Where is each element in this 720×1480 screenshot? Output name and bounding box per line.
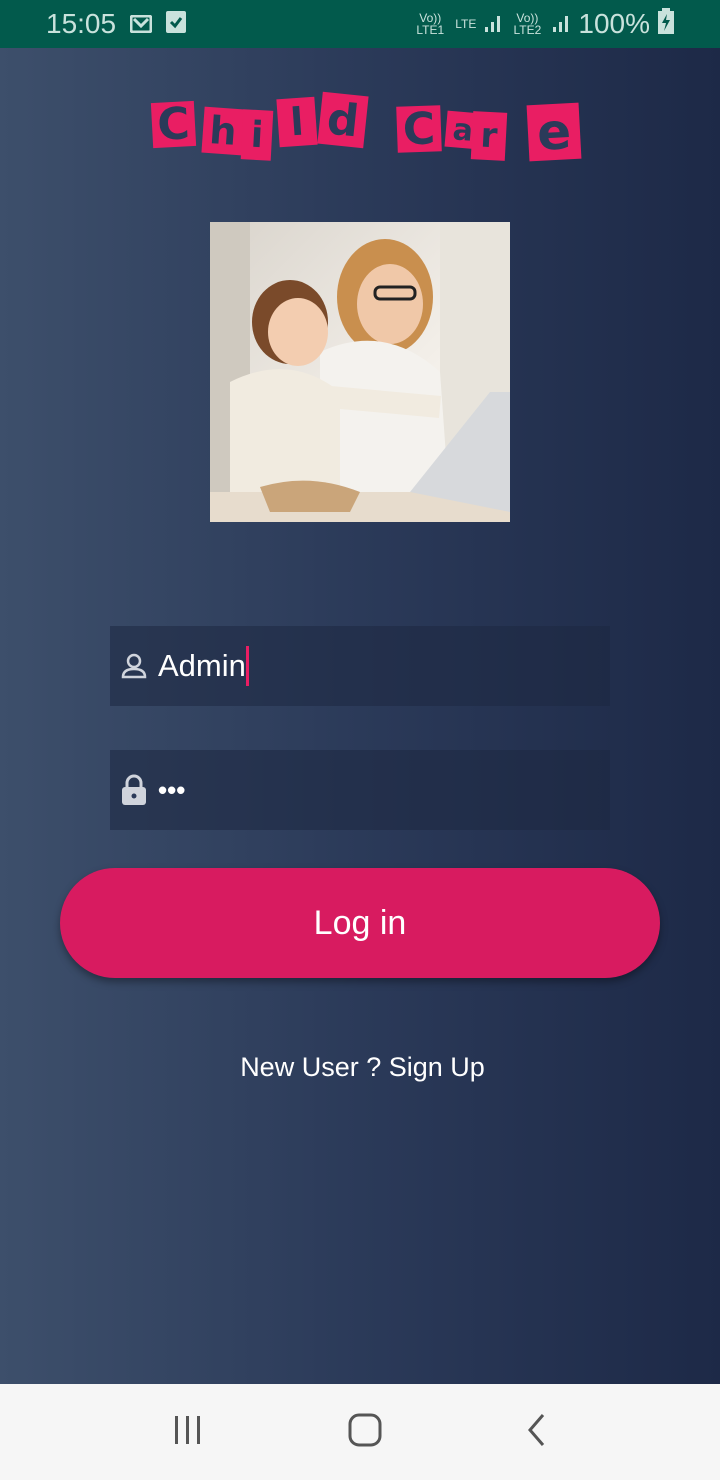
logo-letter-tile: i	[240, 109, 274, 161]
gmail-icon	[129, 8, 153, 40]
mother-child-photo	[210, 222, 510, 522]
status-time: 15:05	[46, 8, 117, 39]
username-field[interactable]: Admin	[110, 626, 610, 706]
password-value: •••	[158, 774, 186, 805]
logo-letter-tile: C	[396, 103, 442, 155]
lock-icon	[120, 774, 148, 805]
back-icon[interactable]	[527, 1413, 547, 1452]
battery-charging-icon	[658, 7, 674, 41]
status-bar: 15:05 Vo)) LTE1 LTE Vo)) LTE2 100%	[0, 0, 720, 48]
login-button[interactable]: Log in	[60, 868, 660, 978]
recents-icon[interactable]	[173, 1414, 203, 1451]
logo-letter-tile: d	[317, 91, 369, 149]
system-nav-bar	[0, 1384, 720, 1480]
logo-letter-tile: h	[201, 106, 245, 156]
signup-link[interactable]: New User ? Sign Up	[0, 1052, 720, 1083]
sim2-label: Vo)) LTE2	[513, 11, 542, 37]
login-screen: ChildCare Admin ••• Log in New User ? Si…	[0, 48, 720, 1384]
checkbox-icon	[166, 8, 187, 40]
logo-letter-tile: l	[276, 96, 318, 148]
person-icon	[120, 652, 148, 680]
logo-letter-tile: r	[470, 111, 508, 161]
battery-percent: 100%	[578, 8, 650, 39]
signal-icon	[552, 8, 570, 40]
username-value: Admin	[158, 648, 246, 683]
text-cursor	[245, 646, 249, 686]
password-field[interactable]: •••	[110, 750, 610, 830]
home-icon[interactable]	[348, 1413, 382, 1452]
logo-letter-tile: e	[526, 102, 582, 162]
signal-icon	[484, 8, 502, 40]
sim1-network: LTE	[455, 17, 477, 31]
app-logo: ChildCare	[150, 88, 582, 168]
logo-letter-tile: C	[150, 98, 197, 151]
sim1-label: Vo)) LTE1	[416, 11, 445, 37]
